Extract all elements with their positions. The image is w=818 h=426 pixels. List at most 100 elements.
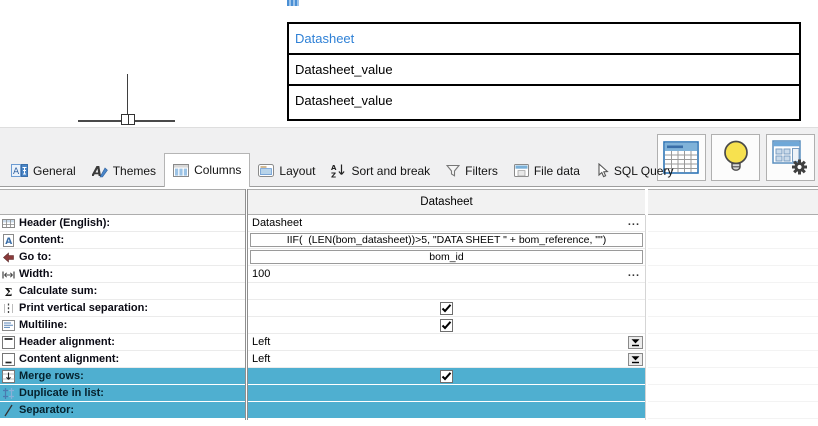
tab-themes[interactable]: A Themes [84,155,164,186]
file-data-icon [514,164,529,177]
property-value-cell[interactable] [248,385,645,402]
property-row: Separator: [0,402,646,419]
multiline-icon [1,318,16,332]
property-value-cell[interactable]: Datasheet... [248,215,645,232]
property-label: Print vertical separation: [19,302,148,314]
property-label: Merge rows: [19,370,84,382]
layout-image-icon [258,164,274,177]
property-row: Merge rows: [0,368,646,385]
filter-funnel-icon [446,164,460,177]
schematic-pin-symbol [121,114,135,125]
tab-sort-and-break[interactable]: AZSort and break [323,155,438,186]
checkbox[interactable] [440,370,453,383]
tab-general[interactable]: AGeneral [3,155,84,186]
property-value-cell[interactable] [248,368,645,385]
property-label-cell: AContent: [0,232,245,249]
property-label: Duplicate in list: [19,387,104,399]
tab-columns[interactable]: Columns [164,153,250,187]
property-row: Content alignment: Left [0,351,646,368]
property-label-cell: Width: [0,266,245,283]
vertical-separation-icon [1,301,16,315]
svg-text:Σ: Σ [5,286,13,298]
tab-filters[interactable]: Filters [438,155,506,186]
preview-column-header: Datasheet [289,24,799,53]
property-label-cell: Go to: [0,249,245,266]
dropdown-button[interactable] [628,353,643,366]
preview-value-row: Datasheet_value [289,84,799,115]
property-value-cell[interactable]: bom_id [248,249,645,266]
property-value-cell[interactable]: 100... [248,266,645,283]
preview-area: Datasheet Datasheet_valueDatasheet_value [0,0,818,127]
schematic-wire-vertical [127,74,128,117]
separator-slash-icon [1,403,16,417]
tab-label: Columns [194,163,241,177]
goto-arrow-icon [1,250,16,264]
table-settings-icon [772,140,809,175]
tab-label: Sort and break [351,164,430,178]
property-value-editor[interactable]: bom_id [250,250,643,264]
ellipsis-button[interactable]: ... [628,266,640,281]
property-value-cell[interactable]: Left [248,351,645,368]
property-value: Left [248,336,270,348]
toolbar: AGeneralAThemesColumnsLayoutAZSort and b… [0,127,818,187]
property-row: Width: 100... [0,266,646,283]
property-value: Left [248,353,270,365]
checkbox[interactable] [440,302,453,315]
property-value: 100 [248,268,270,280]
tab-sql-query[interactable]: SQL Query [588,155,682,186]
property-label: Multiline: [19,319,67,331]
preview-value-row: Datasheet_value [289,53,799,84]
property-label: Calculate sum: [19,285,97,297]
property-value-cell[interactable]: IIF( (LEN(bom_datasheet))>5, "DATA SHEET… [248,232,645,249]
property-label: Content alignment: [19,353,119,365]
property-label-cell: Header alignment: [0,334,245,351]
property-label: Header alignment: [19,336,115,348]
property-row: Multiline: [0,317,646,334]
tab-file-data[interactable]: File data [506,155,588,186]
property-row: Header (English): Datasheet... [0,215,646,232]
property-label-cell: Content alignment: [0,351,245,368]
empty-column-area [648,215,818,419]
checkbox[interactable] [440,319,453,332]
property-label: Header (English): [19,217,110,229]
tab-label: Filters [465,164,498,178]
theme-brush-icon: A [92,164,108,178]
property-row: Header alignment: Left [0,334,646,351]
svg-text:Z: Z [331,172,336,179]
property-label: Width: [19,268,53,280]
tab-label: Themes [113,164,156,178]
property-value-editor[interactable]: IIF( (LEN(bom_datasheet))>5, "DATA SHEET… [250,233,643,247]
svg-text:A: A [13,167,20,177]
property-value-cell[interactable] [248,402,645,419]
property-label: Separator: [19,404,74,416]
tab-layout[interactable]: Layout [250,155,323,186]
grid-column-splitter[interactable] [245,189,248,420]
property-label-cell: Separator: [0,402,245,419]
sigma-sum-icon: Σ [1,284,16,298]
property-row: AContent: IIF( (LEN(bom_datasheet))>5, "D… [0,232,646,249]
property-label: Go to: [19,251,51,263]
property-value-cell[interactable] [248,317,645,334]
grid-header-label-cell [0,189,245,215]
value-column-right-border [645,215,646,420]
property-value-cell[interactable] [248,283,645,300]
svg-text:A: A [5,237,12,247]
grid-header-column-cell[interactable]: Datasheet [248,189,645,215]
lightbulb-icon [721,139,751,176]
columns-icon [173,164,189,177]
width-arrow-icon [1,267,16,281]
property-value: Datasheet [248,217,302,229]
property-label-cell: Print vertical separation: [0,300,245,317]
tab-strip: AGeneralAThemesColumnsLayoutAZSort and b… [3,153,681,186]
merge-rows-icon [1,369,16,383]
property-grid: Datasheet Header (English):Datasheet...A… [0,189,818,420]
property-value-cell[interactable] [248,300,645,317]
tab-label: File data [534,164,580,178]
dropdown-button[interactable] [628,336,643,349]
table-settings-button[interactable] [766,134,815,181]
ellipsis-button[interactable]: ... [628,215,640,230]
hint-button[interactable] [711,134,760,181]
table-header-icon [1,216,16,230]
property-value-cell[interactable]: Left [248,334,645,351]
header-alignment-icon [1,335,16,349]
